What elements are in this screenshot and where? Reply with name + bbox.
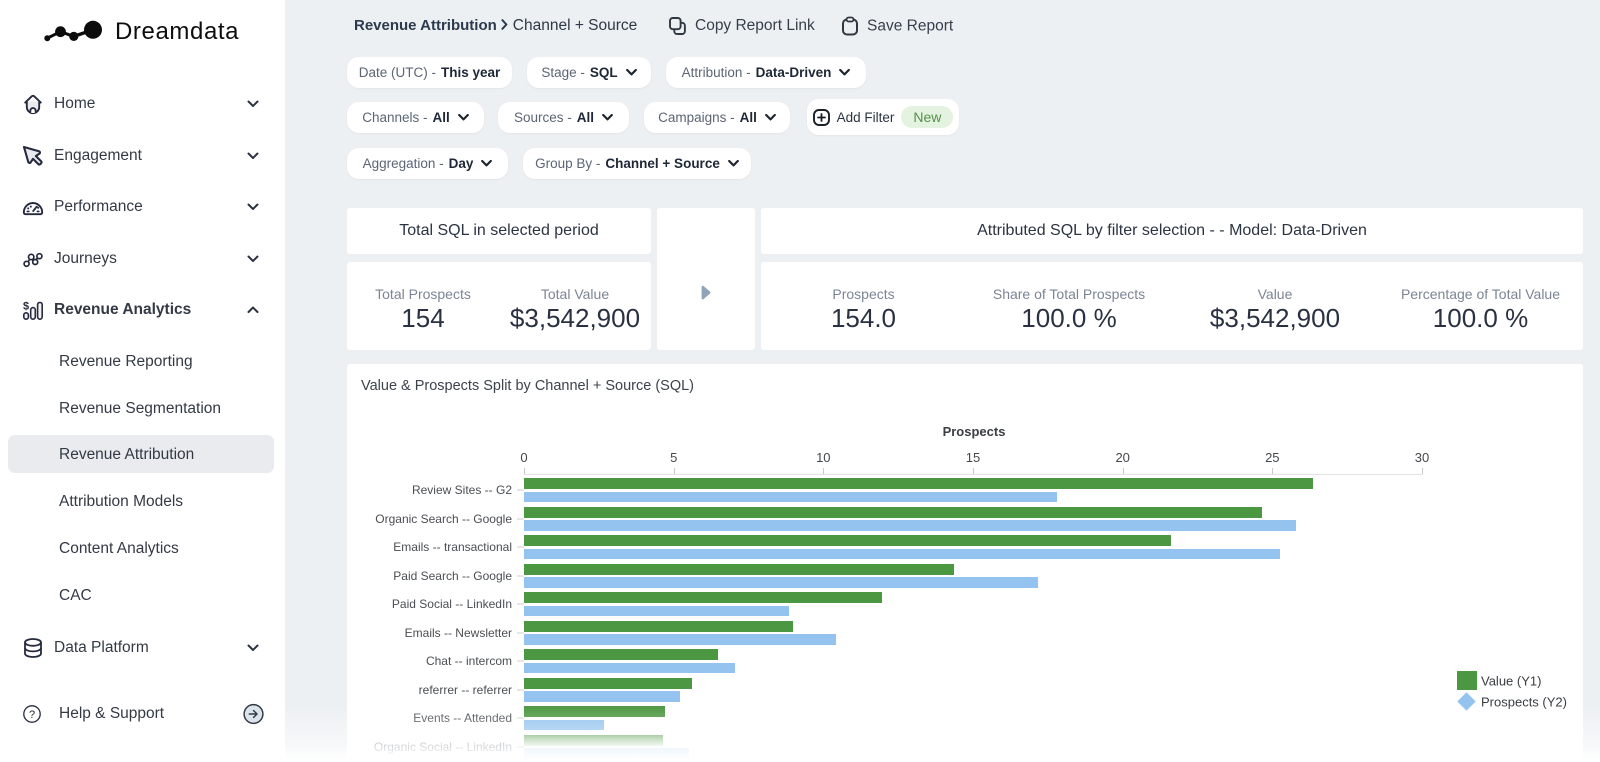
svg-text:?: ?	[29, 709, 35, 721]
svg-text:$: $	[23, 301, 29, 313]
